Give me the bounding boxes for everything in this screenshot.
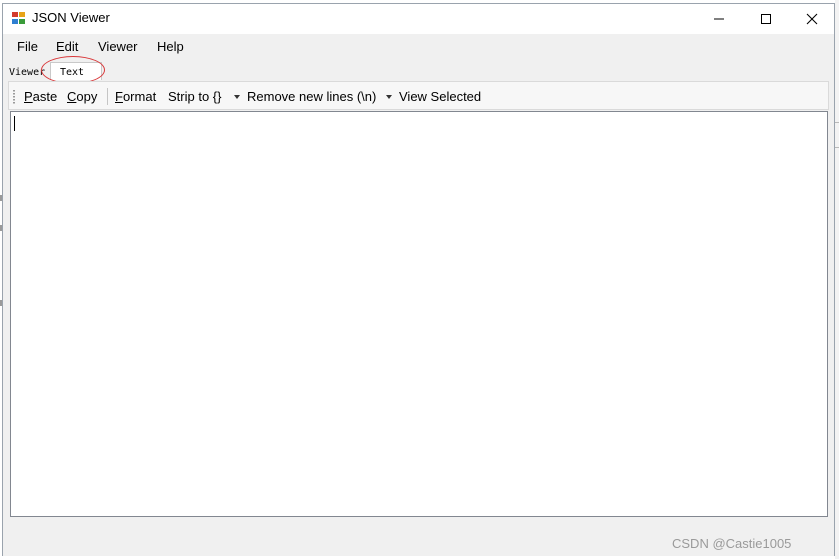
maximize-button[interactable] xyxy=(743,4,789,34)
app-icon xyxy=(12,12,26,25)
title-bar[interactable]: JSON Viewer xyxy=(3,4,834,34)
background-window-line xyxy=(835,122,839,123)
toolbar-grip[interactable] xyxy=(13,90,15,104)
copy-mnemonic: C xyxy=(67,89,77,104)
tab-text-label: Text xyxy=(60,67,85,78)
tab-text[interactable]: Text xyxy=(50,62,102,80)
format-button[interactable]: Format xyxy=(115,89,156,104)
json-viewer-window: JSON Viewer File Edit Viewer Help Viewer… xyxy=(2,3,835,556)
tab-strip: Viewer Text xyxy=(3,59,834,80)
view-selected-button[interactable]: View Selected xyxy=(399,89,481,104)
text-caret xyxy=(14,116,15,131)
minimize-icon xyxy=(714,18,724,20)
maximize-icon xyxy=(761,14,771,24)
menu-help[interactable]: Help xyxy=(157,39,184,54)
strip-button[interactable]: Strip to {} xyxy=(168,89,221,104)
tab-viewer[interactable]: Viewer xyxy=(9,67,45,78)
paste-button[interactable]: Paste xyxy=(24,89,57,104)
menu-edit[interactable]: Edit xyxy=(56,39,78,54)
window-title: JSON Viewer xyxy=(32,10,110,25)
remove-newlines-dropdown-arrow-icon[interactable] xyxy=(386,95,392,99)
paste-mnemonic: P xyxy=(24,89,33,104)
format-label: ormat xyxy=(122,89,157,104)
menu-file[interactable]: File xyxy=(17,39,38,54)
minimize-button[interactable] xyxy=(696,4,742,34)
paste-label: aste xyxy=(32,89,58,104)
copy-button[interactable]: Copy xyxy=(67,89,97,104)
remove-newlines-button[interactable]: Remove new lines (\n) xyxy=(247,89,376,104)
background-window-line xyxy=(835,147,839,148)
menu-viewer[interactable]: Viewer xyxy=(98,39,138,54)
copy-label: opy xyxy=(76,89,98,104)
json-text-area[interactable] xyxy=(10,111,828,517)
menu-bar: File Edit Viewer Help xyxy=(3,34,834,59)
watermark: CSDN @Castie1005 xyxy=(672,536,792,551)
toolbar-separator xyxy=(107,88,108,105)
close-icon xyxy=(806,13,818,25)
strip-dropdown-arrow-icon[interactable] xyxy=(234,95,240,99)
format-mnemonic: F xyxy=(115,89,123,104)
close-button[interactable] xyxy=(789,4,835,34)
toolbar: Paste Copy Format Strip to {} Remove new… xyxy=(8,81,829,110)
background-window-edge xyxy=(835,0,839,559)
